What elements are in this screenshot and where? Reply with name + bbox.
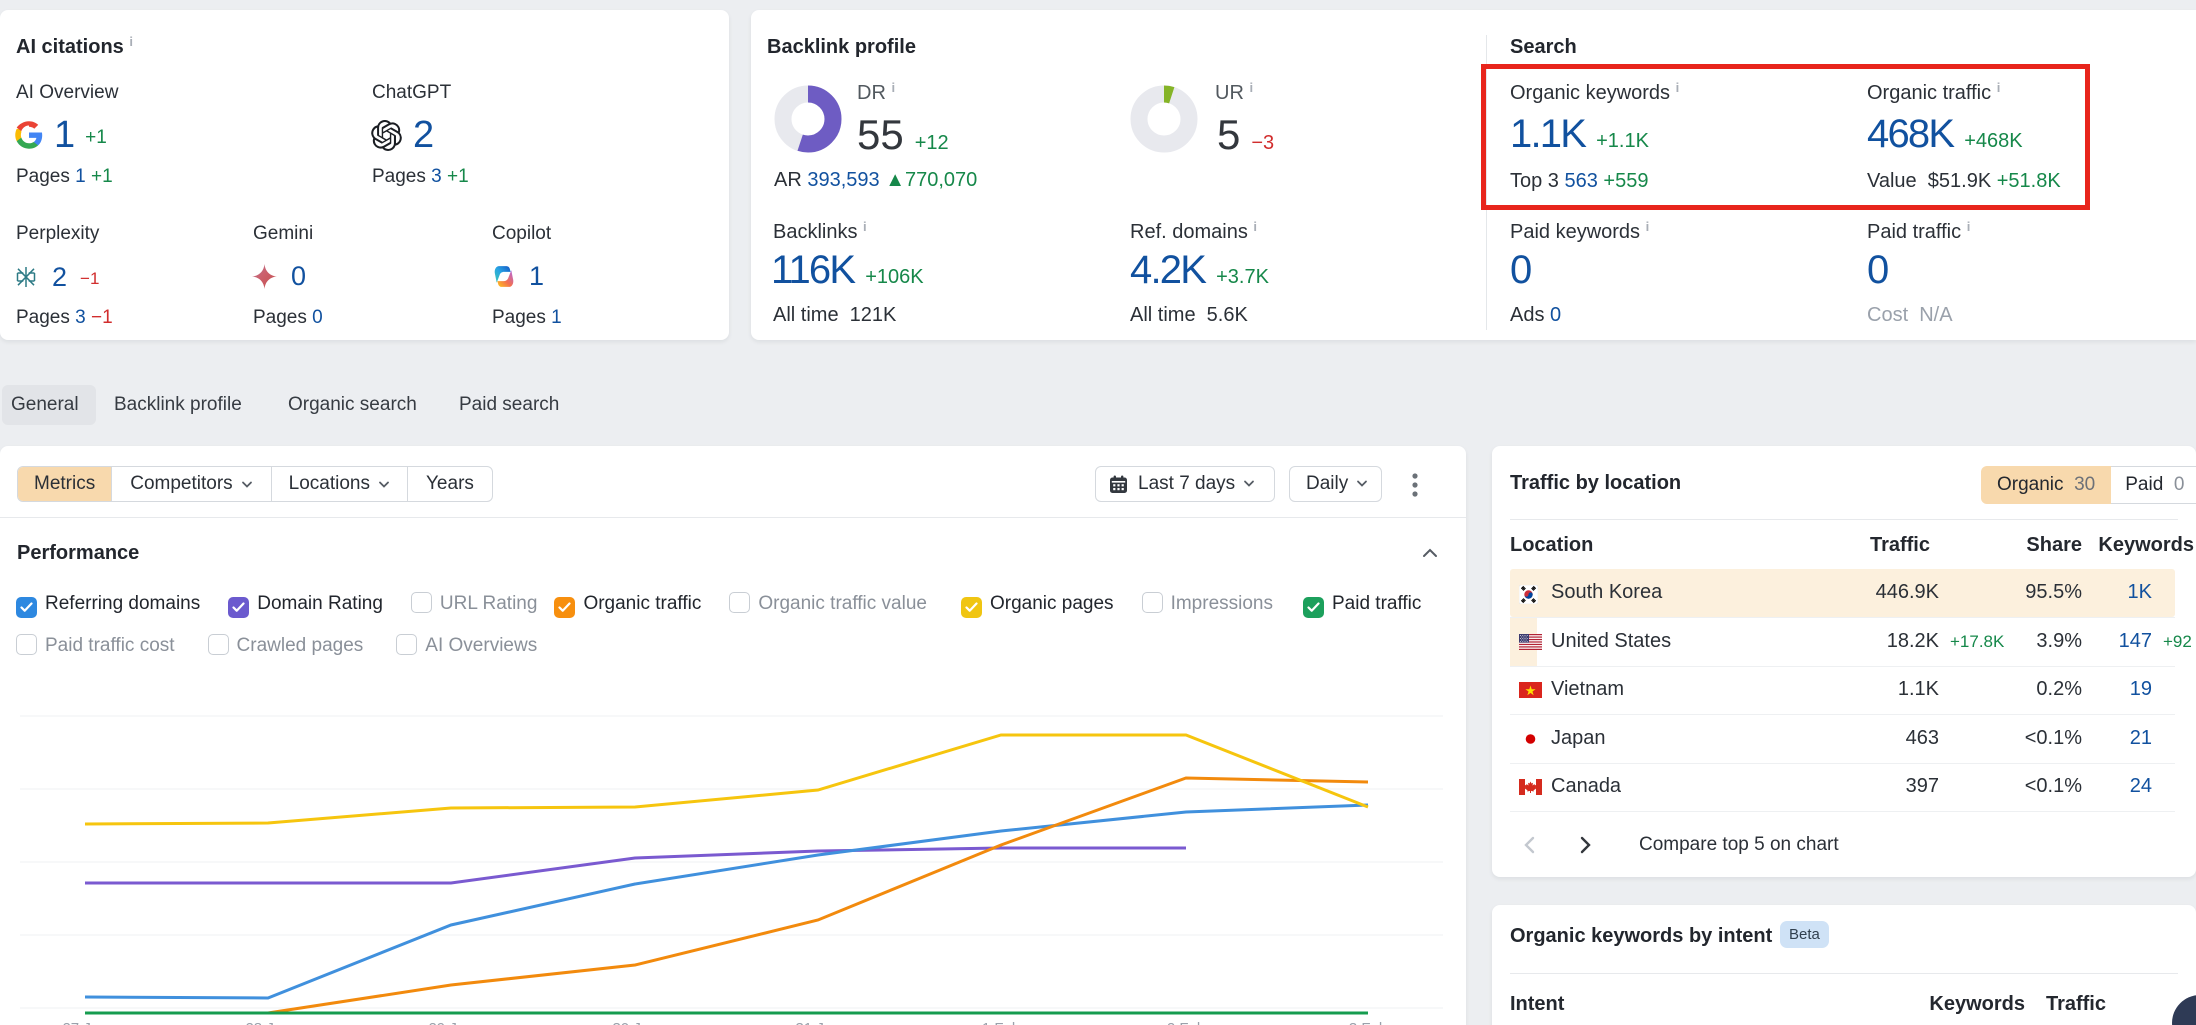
svg-text:30 Jan: 30 Jan <box>612 1020 657 1025</box>
svg-text:28 Jan: 28 Jan <box>245 1020 290 1025</box>
svg-text:3 Feb: 3 Feb <box>1349 1020 1387 1025</box>
svg-text:1 Feb: 1 Feb <box>982 1020 1020 1025</box>
svg-text:27 Jan: 27 Jan <box>62 1020 107 1025</box>
svg-text:29 Jan: 29 Jan <box>428 1020 473 1025</box>
svg-text:2 Feb: 2 Feb <box>1167 1020 1205 1025</box>
svg-text:31 Jan: 31 Jan <box>795 1020 840 1025</box>
